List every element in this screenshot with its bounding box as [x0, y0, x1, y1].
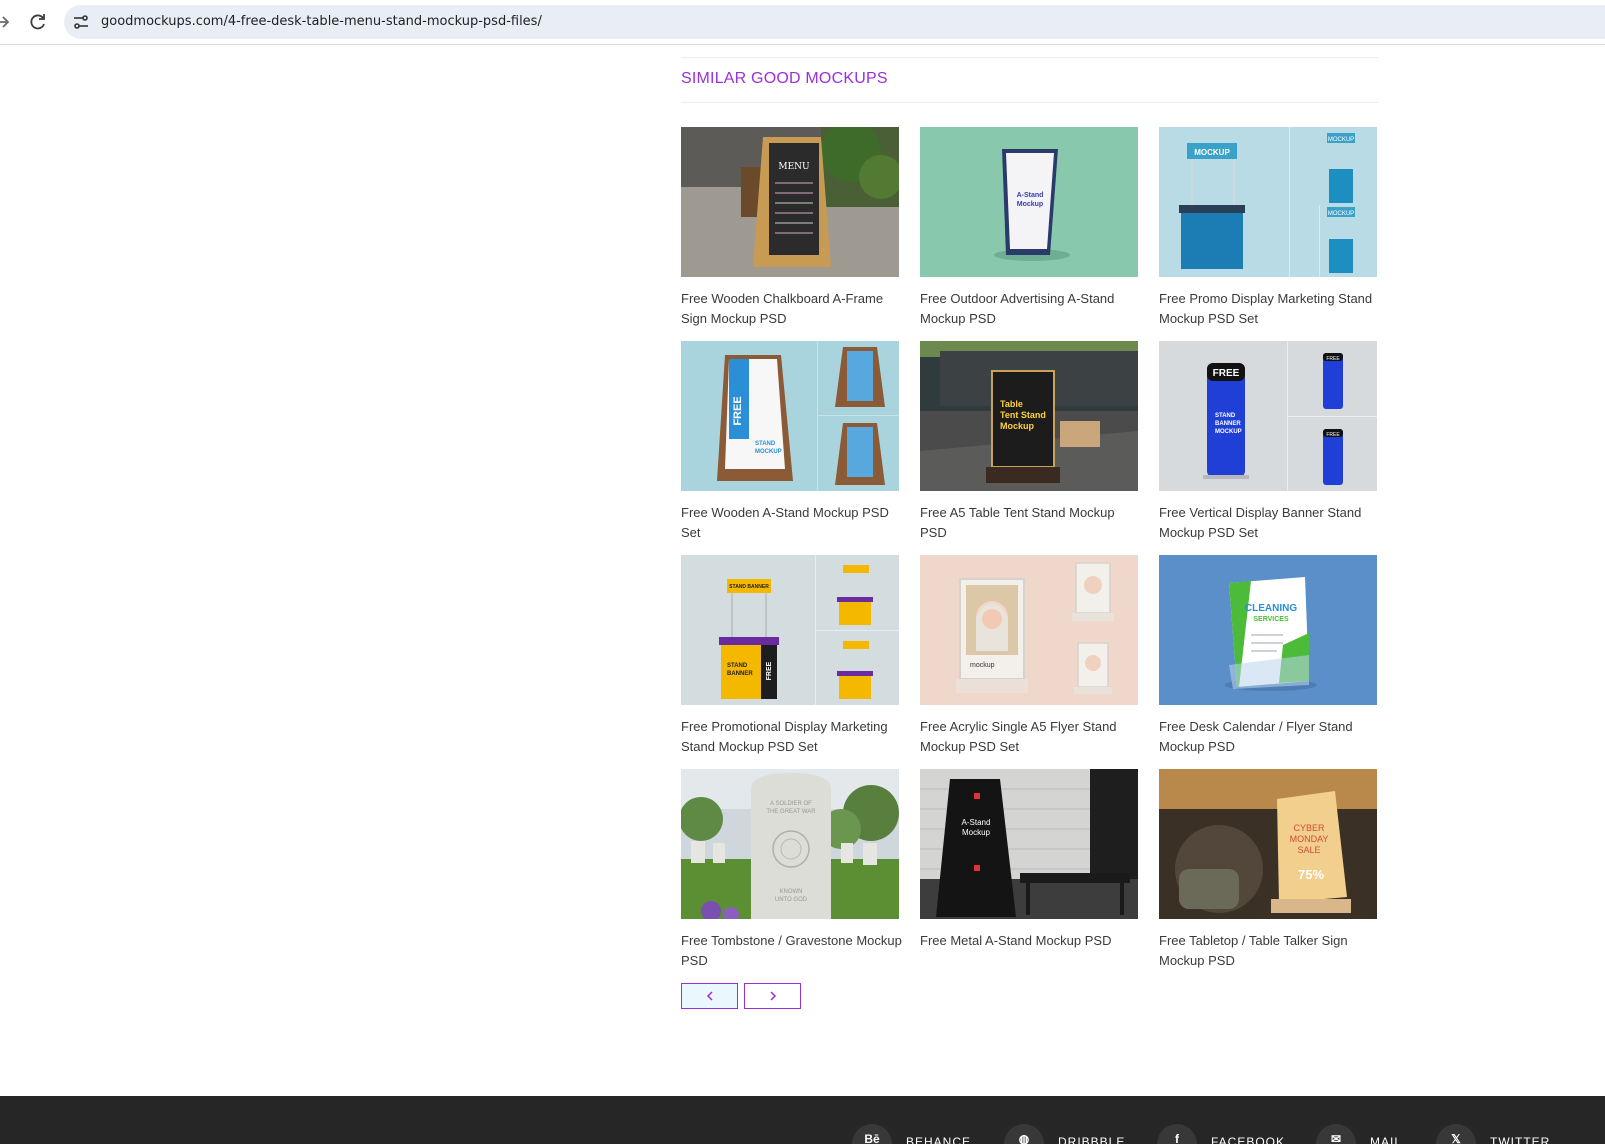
flyer-text: SERVICES [1253, 616, 1289, 623]
mockup-title[interactable]: Free Tabletop / Table Talker Sign Mockup… [1159, 931, 1381, 971]
browser-toolbar: goodmockups.com/4-free-desk-table-menu-s… [0, 0, 1605, 45]
promo-text: FREE [766, 661, 773, 680]
wooden-stand-text: STAND [755, 441, 776, 447]
mockup-thumbnail[interactable]: FREE STAND MOCKUP [681, 341, 899, 491]
mail-icon: ✉ [1316, 1124, 1356, 1144]
twitter-icon: 𝕏 [1436, 1124, 1476, 1144]
site-settings-icon[interactable] [72, 13, 90, 31]
banner-text: FREE [1213, 368, 1240, 379]
social-label[interactable]: TWITTER [1490, 1135, 1550, 1144]
facebook-icon: f [1157, 1124, 1197, 1144]
banner-text: FREE [1326, 432, 1340, 438]
tombstone-text: KNOWN [780, 889, 803, 895]
tent-text: Table [1000, 399, 1023, 409]
next-page-button[interactable] [744, 983, 801, 1009]
flyer-text: CLEANING [1245, 603, 1297, 614]
pagination [681, 983, 881, 1009]
sale-text: 75% [1298, 867, 1324, 882]
wooden-stand-text: FREE [732, 396, 744, 425]
mockup-thumbnail[interactable]: A-Stand Mockup [920, 769, 1138, 919]
stand-header-text: MOCKUP [1194, 148, 1230, 157]
tent-text: Mockup [1000, 421, 1035, 431]
stand-header-text: MOCKUP [1328, 211, 1354, 217]
menu-sign-text: MENU [778, 162, 810, 172]
mockup-thumbnail[interactable]: MOCKUP MOCKUP MOCKUP [1159, 127, 1377, 277]
banner-text: FREE [1326, 356, 1340, 362]
promo-text: STAND BANNER [729, 584, 769, 590]
prev-page-button[interactable] [681, 983, 738, 1009]
reload-icon[interactable] [27, 11, 49, 33]
banner-text: MOCKUP [1215, 429, 1242, 435]
sale-text: SALE [1297, 845, 1320, 855]
wooden-stand-text: MOCKUP [755, 449, 782, 455]
mockup-title[interactable]: Free Vertical Display Banner Stand Mocku… [1159, 503, 1381, 543]
mockup-title[interactable]: Free Metal A-Stand Mockup PSD [920, 931, 1142, 951]
chevron-right-icon [770, 991, 777, 1001]
a-stand-text: Mockup [1017, 201, 1043, 208]
mockup-thumbnail[interactable]: Table Tent Stand Mockup [920, 341, 1138, 491]
social-label[interactable]: DRIBBBLE [1058, 1135, 1125, 1144]
url-text[interactable]: goodmockups.com/4-free-desk-table-menu-s… [101, 14, 542, 29]
social-label[interactable]: MAIL [1370, 1135, 1402, 1144]
sale-text: CYBER [1293, 823, 1325, 833]
banner-text: STAND [1215, 413, 1236, 419]
address-bar[interactable]: goodmockups.com/4-free-desk-table-menu-s… [64, 5, 1605, 39]
behance-icon: Bē [852, 1124, 892, 1144]
tombstone-text: THE GREAT WAR [766, 809, 816, 815]
mockup-title[interactable]: Free Outdoor Advertising A-Stand Mockup … [920, 289, 1142, 329]
tent-text: Tent Stand [1000, 410, 1046, 420]
forward-icon[interactable] [0, 12, 14, 32]
mockup-title[interactable]: Free Desk Calendar / Flyer Stand Mockup … [1159, 717, 1381, 757]
mockup-title[interactable]: Free A5 Table Tent Stand Mockup PSD [920, 503, 1142, 543]
promo-text: BANNER [727, 671, 753, 677]
dribbble-icon: ◍ [1004, 1124, 1044, 1144]
banner-text: BANNER [1215, 421, 1241, 427]
tombstone-text: A SOLDIER OF [770, 801, 812, 807]
mockup-thumbnail[interactable]: MENU [681, 127, 899, 277]
divider [681, 102, 1378, 103]
section-title: SIMILAR GOOD MOCKUPS [681, 70, 888, 87]
mockup-thumbnail[interactable]: STAND BANNER STAND BANNER FREE [681, 555, 899, 705]
sale-text: MONDAY [1290, 834, 1329, 844]
social-label[interactable]: FACEBOOK [1211, 1135, 1285, 1144]
mockup-thumbnail[interactable]: mockup [920, 555, 1138, 705]
site-footer: Bē BEHANCE ◍ DRIBBBLE f FACEBOOK ✉ MAIL … [0, 1096, 1605, 1144]
social-label[interactable]: BEHANCE [906, 1135, 971, 1144]
mockup-thumbnail[interactable]: CLEANING SERVICES [1159, 555, 1377, 705]
mockup-thumbnail[interactable]: A-Stand Mockup [920, 127, 1138, 277]
mockup-title[interactable]: Free Promotional Display Marketing Stand… [681, 717, 903, 757]
tombstone-text: UNTO GOD [775, 897, 808, 903]
promo-text: STAND [727, 663, 748, 669]
mockup-title[interactable]: Free Promo Display Marketing Stand Mocku… [1159, 289, 1381, 329]
metal-stand-text: A-Stand [962, 818, 991, 827]
stand-header-text: MOCKUP [1328, 137, 1354, 143]
mockup-title[interactable]: Free Wooden Chalkboard A-Frame Sign Mock… [681, 289, 903, 329]
mockup-title[interactable]: Free Tombstone / Gravestone Mockup PSD [681, 931, 903, 971]
mockup-title[interactable]: Free Acrylic Single A5 Flyer Stand Mocku… [920, 717, 1142, 757]
a-stand-text: A-Stand [1017, 192, 1044, 199]
mockup-thumbnail[interactable]: FREE STAND BANNER MOCKUP FREE FREE [1159, 341, 1377, 491]
chevron-left-icon [706, 991, 713, 1001]
metal-stand-text: Mockup [962, 828, 991, 837]
flyer-text: mockup [970, 662, 995, 669]
divider [681, 57, 1378, 58]
mockup-thumbnail[interactable]: A SOLDIER OF THE GREAT WAR KNOWN UNTO GO… [681, 769, 899, 919]
mockup-thumbnail[interactable]: CYBER MONDAY SALE 75% [1159, 769, 1377, 919]
mockup-title[interactable]: Free Wooden A-Stand Mockup PSD Set [681, 503, 903, 543]
